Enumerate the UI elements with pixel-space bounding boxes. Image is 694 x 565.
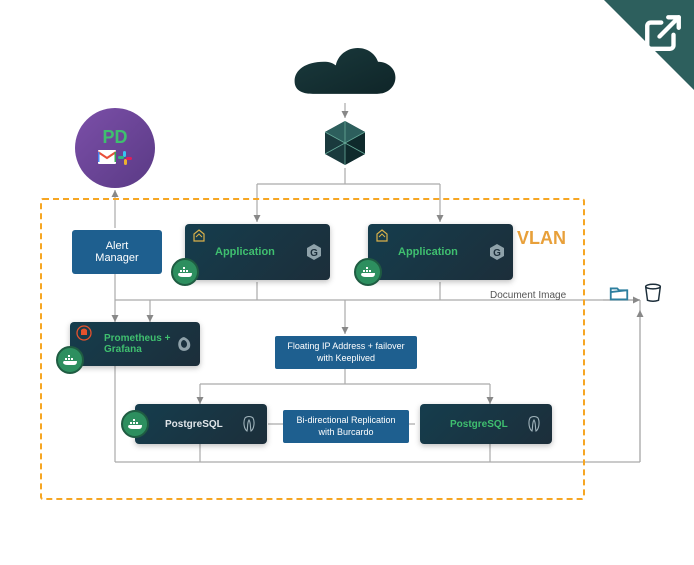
svg-text:G: G [310,248,318,259]
load-balancer-icon [320,118,370,168]
floating-ip-line2: with Keeplived [283,353,409,365]
replication-line2: with Burcardo [291,427,401,439]
floating-ip-label: Floating IP Address + failover with Keep… [275,336,417,369]
app-icon [191,228,207,244]
postgresql-label: PostgreSQL [165,419,223,430]
postgresql-icon [241,414,261,434]
replication-label: Bi-directional Replication with Burcardo [283,410,409,443]
cloud-icon [290,48,400,103]
vlan-label: VLAN [517,228,566,249]
container-badge-icon [121,410,149,438]
replication-line1: Bi-directional Replication [291,415,401,427]
postgresql-node-1: PostgreSQL [135,404,267,444]
external-link-icon[interactable] [642,12,684,54]
prometheus-icon [76,325,92,341]
postgresql-node-2: PostgreSQL [420,404,552,444]
container-badge-icon [171,258,199,286]
postgresql-label: PostgreSQL [450,419,508,430]
folder-icon [608,282,630,309]
gmail-icon [98,150,116,169]
postgresql-icon [526,414,546,434]
monitoring-label-2: Grafana [104,344,142,355]
container-badge-icon [56,346,84,374]
application-node-1: Application G [185,224,330,280]
application-node-2: Application G [368,224,513,280]
grafana-icon [174,334,194,354]
slack-icon [117,150,133,169]
notification-channels-icon: PD [75,108,155,188]
monitoring-label-1: Prometheus + [104,333,170,344]
application-label: Application [398,246,458,258]
monitoring-node: Prometheus + Grafana [70,322,200,366]
alert-manager-box: Alert Manager [72,230,162,274]
hexagon-logo-icon: G [487,242,507,262]
app-icon [374,228,390,244]
svg-text:G: G [493,248,501,259]
application-label: Application [215,246,275,258]
storage-icons [608,282,664,309]
hexagon-logo-icon: G [304,242,324,262]
document-image-label: Document Image [490,290,566,301]
container-badge-icon [354,258,382,286]
alert-manager-label: Alert Manager [95,240,138,264]
bucket-icon [642,282,664,309]
channel-badges [98,150,133,169]
floating-ip-line1: Floating IP Address + failover [283,341,409,353]
pagerduty-label: PD [102,127,127,148]
